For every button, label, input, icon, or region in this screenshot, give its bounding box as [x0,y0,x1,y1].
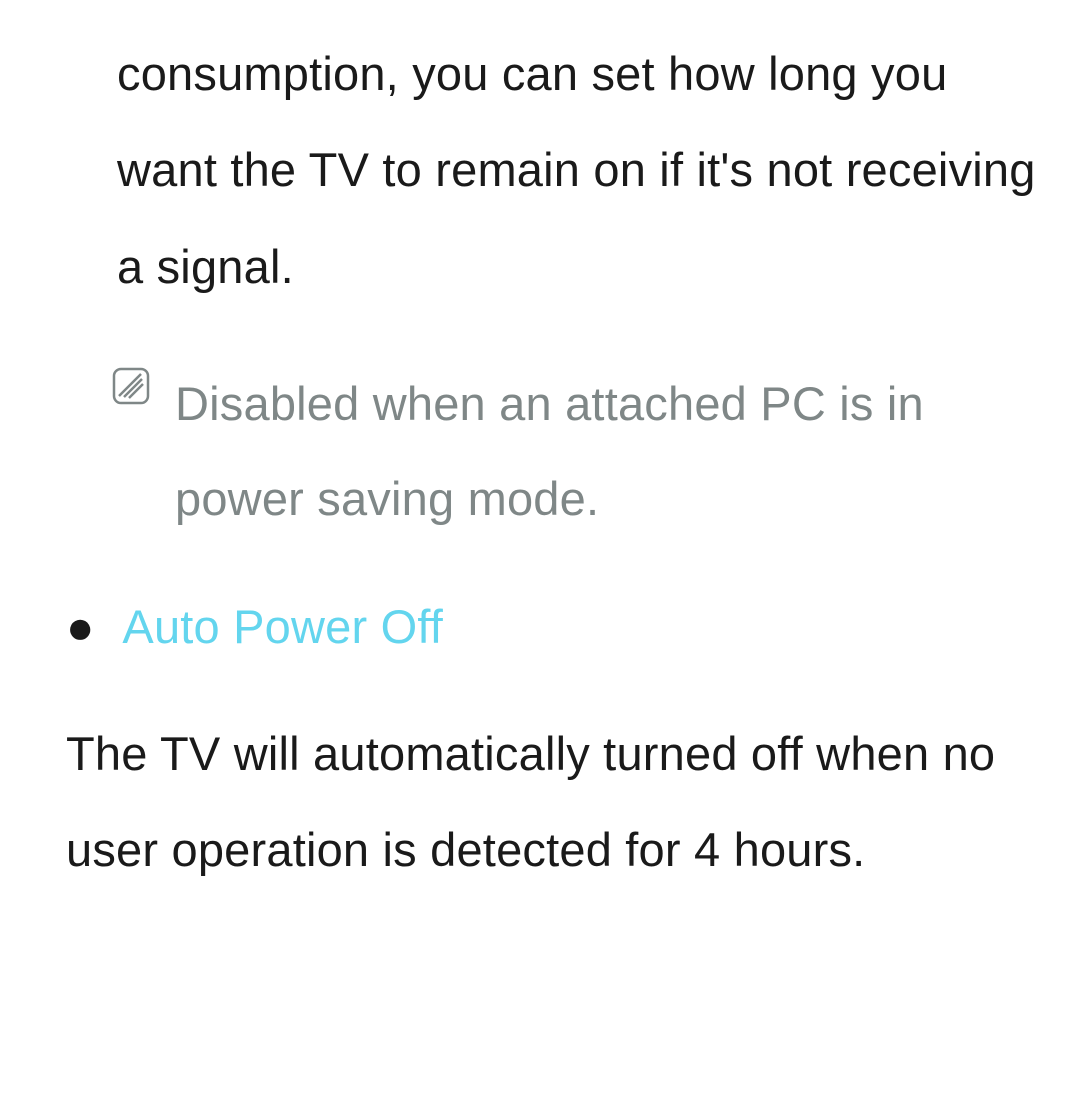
bullet-icon: ● [66,589,94,664]
auto-power-off-heading: Auto Power Off [122,589,443,664]
note-text: Disabled when an attached PC is in power… [175,357,1050,547]
document-content: consumption, you can set how long you wa… [0,0,1080,899]
auto-power-off-body: The TV will automatically turned off whe… [66,706,1050,899]
note-icon [111,366,151,406]
bullet-row: ● Auto Power Off [66,589,1050,664]
no-signal-description: consumption, you can set how long you wa… [117,26,1050,315]
note-row: Disabled when an attached PC is in power… [117,357,1050,547]
auto-power-off-section: ● Auto Power Off The TV will automatical… [66,589,1050,899]
